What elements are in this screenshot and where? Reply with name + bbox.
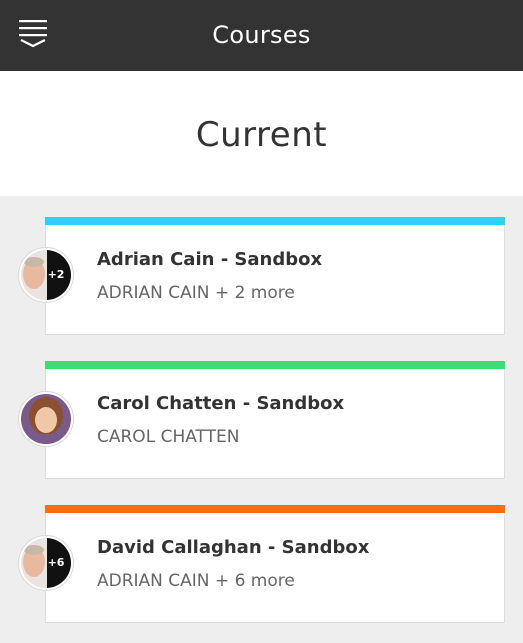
app-title: Courses (212, 21, 311, 49)
avatar-more-count: +2 (47, 268, 65, 281)
course-title: Carol Chatten - Sandbox (97, 393, 345, 414)
avatar[interactable]: +2 (19, 248, 73, 302)
section-header: Current (0, 71, 523, 196)
top-bar: Courses (0, 0, 523, 71)
course-color-strip (45, 505, 505, 513)
section-title: Current (195, 115, 328, 155)
course-card-adrian-cain[interactable]: Adrian Cain - Sandbox ADRIAN CAIN + 2 mo… (45, 217, 505, 335)
course-card-david-callaghan[interactable]: David Callaghan - Sandbox ADRIAN CAIN + … (45, 505, 505, 623)
course-instructors: ADRIAN CAIN + 6 more (97, 571, 295, 591)
course-card-carol-chatten[interactable]: Carol Chatten - Sandbox CAROL CHATTEN (45, 361, 505, 479)
avatar[interactable]: +6 (19, 536, 73, 590)
instructor-photo (21, 394, 71, 444)
course-instructors: ADRIAN CAIN + 2 more (97, 283, 295, 303)
app: Courses Current Adrian Cain - Sandbox AD… (0, 0, 523, 643)
course-color-strip (45, 217, 505, 225)
avatar-more-count: +6 (47, 556, 65, 569)
course-title: Adrian Cain - Sandbox (97, 249, 323, 270)
avatar[interactable] (19, 392, 73, 446)
course-title: David Callaghan - Sandbox (97, 537, 370, 558)
course-color-strip (45, 361, 505, 369)
course-instructors: CAROL CHATTEN (97, 427, 240, 447)
